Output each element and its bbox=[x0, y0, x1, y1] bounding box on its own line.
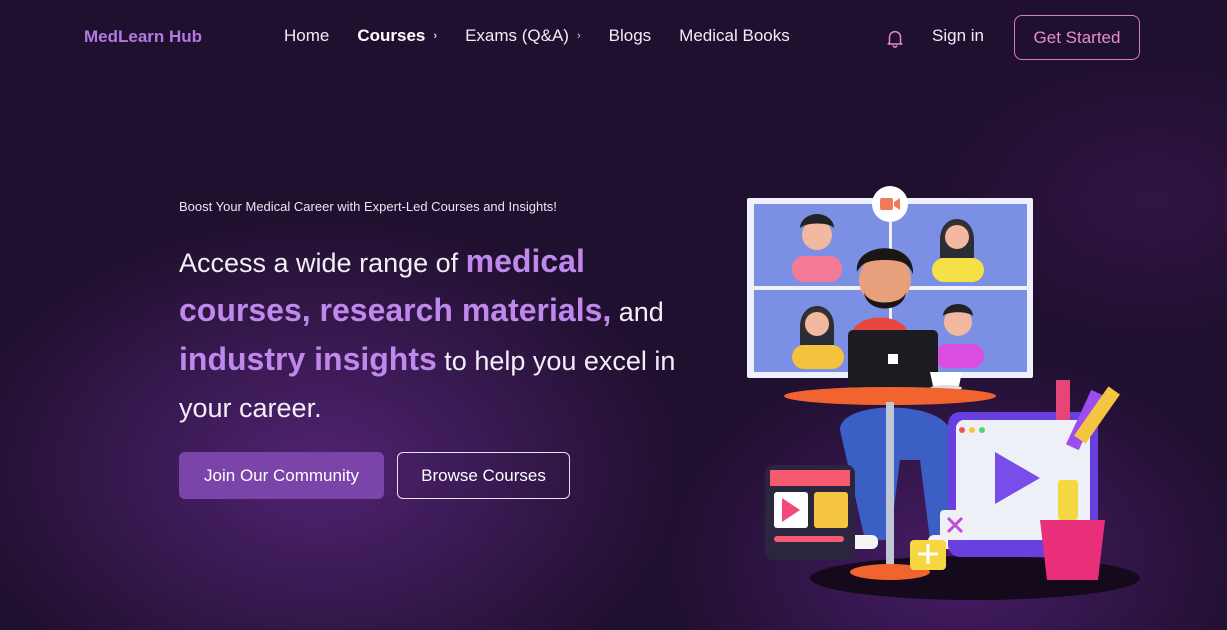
slide-card bbox=[765, 465, 855, 560]
video-camera-icon bbox=[872, 186, 908, 222]
nav-item-blogs[interactable]: Blogs bbox=[609, 26, 652, 46]
chevron-right-icon: › bbox=[433, 30, 438, 42]
hero-eyebrow: Boost Your Medical Career with Expert-Le… bbox=[179, 199, 557, 214]
hero-headline: Access a wide range of medical courses, … bbox=[179, 238, 719, 432]
nav-item-home[interactable]: Home bbox=[284, 26, 329, 46]
headline-highlight: industry insights bbox=[179, 341, 437, 377]
nav-item-courses[interactable]: Courses › bbox=[357, 26, 437, 46]
nav-label: Home bbox=[284, 26, 330, 45]
online-learning-illustration bbox=[747, 186, 1140, 600]
headline-text: and bbox=[611, 297, 664, 327]
top-navbar: MedLearn Hub Home Courses › Exams (Q&A) … bbox=[0, 0, 1227, 76]
join-community-button[interactable]: Join Our Community bbox=[179, 452, 384, 499]
headline-text: Access a wide range of bbox=[179, 248, 466, 278]
nav-label: Medical Books bbox=[679, 26, 790, 45]
nav-links: Home Courses › Exams (Q&A) › Blogs Medic… bbox=[284, 26, 818, 46]
sign-in-link[interactable]: Sign in bbox=[932, 26, 984, 46]
nav-item-medical-books[interactable]: Medical Books bbox=[679, 26, 790, 46]
logo[interactable]: MedLearn Hub bbox=[84, 27, 202, 47]
chevron-right-icon: › bbox=[576, 30, 581, 42]
get-started-button[interactable]: Get Started bbox=[1014, 15, 1140, 60]
browse-courses-button[interactable]: Browse Courses bbox=[397, 452, 570, 499]
nav-label: Courses bbox=[357, 26, 426, 45]
nav-label: Exams (Q&A) bbox=[465, 26, 569, 45]
nav-label: Blogs bbox=[608, 26, 652, 45]
nav-item-exams[interactable]: Exams (Q&A) › bbox=[465, 26, 581, 46]
bell-icon[interactable] bbox=[884, 27, 906, 49]
